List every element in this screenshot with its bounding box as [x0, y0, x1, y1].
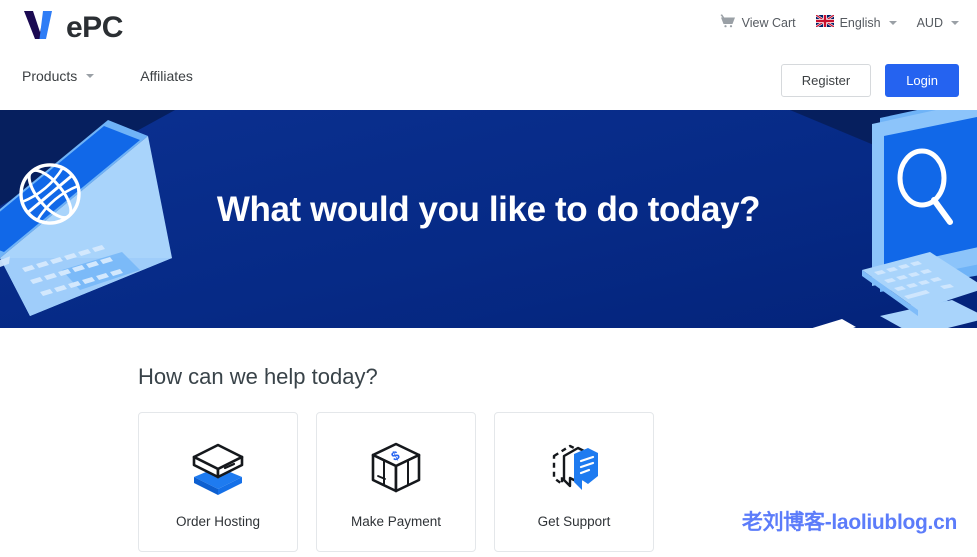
utility-links: View Cart English AUD — [720, 14, 959, 31]
card-order-hosting[interactable]: Order Hosting — [138, 412, 298, 552]
language-selector[interactable]: English — [814, 14, 897, 30]
card-make-payment-label: Make Payment — [350, 513, 442, 529]
card-make-payment[interactable]: $ Make Payment — [316, 412, 476, 552]
brand-wordmark: ePC — [66, 10, 123, 44]
view-cart-link[interactable]: View Cart — [720, 14, 796, 31]
payment-box-dollar-icon: $ — [366, 436, 426, 502]
register-button[interactable]: Register — [780, 64, 872, 97]
nav-item-affiliates[interactable]: Affiliates — [140, 68, 193, 84]
nav-action-group: Register Login — [780, 64, 959, 97]
card-order-hosting-label: Order Hosting — [175, 513, 261, 529]
chevron-down-icon — [951, 20, 959, 25]
login-button[interactable]: Login — [885, 64, 959, 97]
language-label: English — [839, 15, 881, 30]
help-section: How can we help today? Order Hosting $ M… — [0, 364, 977, 552]
shopping-cart-icon — [720, 14, 736, 31]
uk-flag-icon — [814, 14, 835, 30]
nav-link-group: Products Affiliates — [22, 68, 193, 84]
chevron-down-icon — [86, 74, 95, 78]
main-navigation-bar: Products Affiliates Register Login — [0, 52, 977, 110]
brand-logo[interactable]: ePC — [22, 8, 123, 47]
chevron-down-icon — [888, 20, 897, 25]
nav-item-products[interactable]: Products — [22, 68, 95, 84]
view-cart-label: View Cart — [741, 15, 796, 30]
currency-selector[interactable]: AUD — [917, 16, 959, 30]
hero-banner: What would you like to do today? — [0, 110, 977, 328]
card-get-support[interactable]: Get Support — [494, 412, 654, 552]
top-utility-bar: ePC View Cart English AUD — [0, 0, 977, 52]
nav-item-affiliates-label: Affiliates — [140, 68, 193, 84]
stacked-layers-icon — [187, 436, 249, 502]
currency-label: AUD — [916, 15, 943, 30]
card-get-support-label: Get Support — [537, 513, 611, 529]
w-monogram-icon — [22, 8, 68, 47]
help-section-title: How can we help today? — [138, 364, 378, 389]
chat-bubbles-icon — [544, 436, 604, 502]
nav-item-products-label: Products — [22, 68, 78, 84]
watermark-text: 老刘博客-laoliublog.cn — [741, 511, 957, 534]
hero-title: What would you like to do today? — [216, 190, 761, 229]
